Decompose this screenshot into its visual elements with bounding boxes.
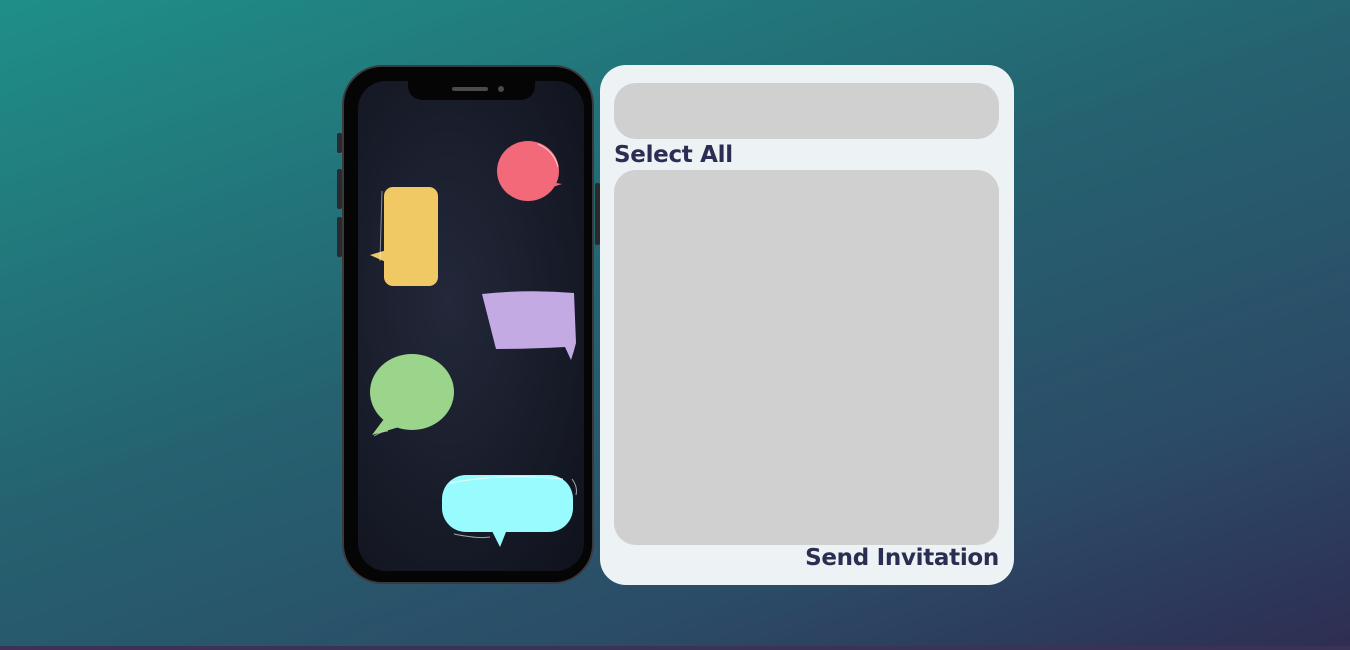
select-all-link[interactable]: Select All bbox=[614, 142, 733, 168]
contact-list-area[interactable] bbox=[614, 170, 999, 545]
speech-bubble-yellow-icon bbox=[370, 187, 438, 286]
search-input[interactable] bbox=[614, 83, 999, 139]
phone-camera bbox=[498, 86, 504, 92]
send-invitation-button[interactable]: Send Invitation bbox=[805, 545, 999, 571]
phone-screen bbox=[358, 81, 584, 571]
phone-mockup bbox=[337, 65, 600, 584]
invitation-panel: Select All Send Invitation bbox=[600, 65, 1014, 585]
phone-notch bbox=[408, 81, 535, 100]
speech-bubbles bbox=[370, 141, 577, 547]
bottom-edge-line bbox=[0, 646, 1350, 650]
speech-bubble-green-icon bbox=[370, 354, 454, 437]
phone-frame bbox=[342, 65, 594, 584]
speech-bubble-cyan-icon bbox=[442, 475, 577, 547]
speech-bubble-purple-icon bbox=[482, 291, 576, 360]
speech-bubble-red-icon bbox=[497, 141, 562, 201]
phone-speaker bbox=[452, 87, 488, 91]
